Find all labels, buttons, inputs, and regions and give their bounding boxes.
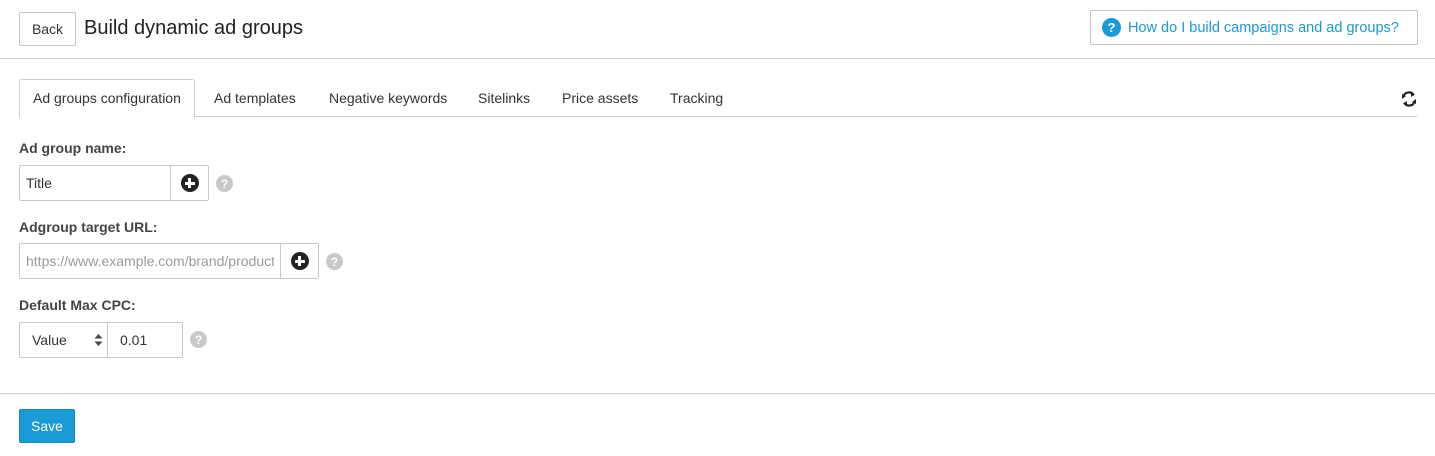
add-ad-group-name-button[interactable] [170, 166, 208, 200]
page-title: Build dynamic ad groups [84, 17, 304, 39]
page-header: Back Build dynamic ad groups ? How do I … [0, 0, 1435, 59]
tab-price-assets[interactable]: Price assets [548, 79, 652, 117]
ad-group-name-group [19, 165, 209, 201]
question-circle-icon: ? [1102, 18, 1121, 37]
max-cpc-label: Default Max CPC: [19, 297, 136, 313]
tab-negative-keywords[interactable]: Negative keywords [315, 79, 461, 117]
footer-divider [0, 393, 1435, 394]
max-cpc-input[interactable] [108, 323, 182, 357]
max-cpc-mode-value: Value [32, 332, 67, 348]
tab-bar: Ad groups configuration Ad templates Neg… [19, 79, 1417, 118]
ad-group-name-help-icon[interactable]: ? [216, 175, 233, 192]
tab-tracking[interactable]: Tracking [656, 79, 737, 117]
tab-ad-groups-configuration[interactable]: Ad groups configuration [19, 79, 195, 118]
sort-arrows-icon [94, 334, 103, 346]
help-link[interactable]: ? How do I build campaigns and ad groups… [1090, 10, 1418, 45]
target-url-help-icon[interactable]: ? [326, 253, 343, 270]
ad-group-name-label: Ad group name: [19, 140, 127, 156]
target-url-input[interactable] [20, 244, 280, 278]
plus-circle-icon [180, 174, 199, 192]
back-button[interactable]: Back [19, 12, 76, 46]
max-cpc-mode-select[interactable]: Value [20, 323, 108, 357]
help-link-label: How do I build campaigns and ad groups? [1128, 19, 1399, 36]
save-button[interactable]: Save [19, 409, 75, 443]
tab-sitelinks[interactable]: Sitelinks [464, 79, 544, 117]
max-cpc-help-icon[interactable]: ? [190, 331, 207, 348]
plus-circle-icon [290, 252, 309, 270]
target-url-label: Adgroup target URL: [19, 219, 158, 235]
add-target-url-button[interactable] [280, 244, 318, 278]
target-url-group [19, 243, 319, 279]
refresh-icon[interactable] [1400, 90, 1418, 108]
ad-group-name-input[interactable] [20, 166, 170, 200]
tab-ad-templates[interactable]: Ad templates [200, 79, 310, 117]
max-cpc-group: Value [19, 322, 183, 358]
